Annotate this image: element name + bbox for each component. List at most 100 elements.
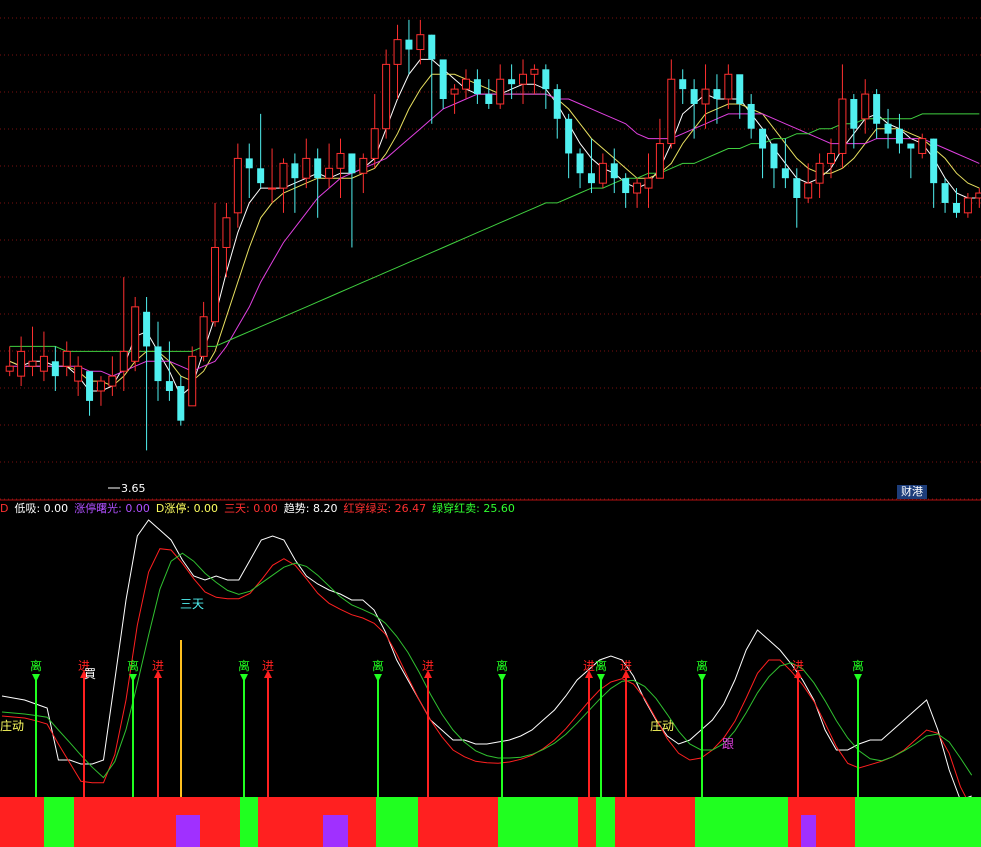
candle-body-down	[679, 79, 687, 90]
indicator-red-line	[1, 548, 973, 809]
candle-body-down	[165, 381, 173, 391]
candle-body-down	[154, 346, 162, 382]
indicator-white-line	[1, 519, 972, 801]
candle-body-up	[975, 192, 981, 199]
candle-body-up	[336, 152, 345, 169]
signal-bar-buy	[615, 797, 695, 847]
candle-body-down	[907, 143, 915, 149]
sell-signal-head	[597, 674, 605, 682]
sell-signal-label: 离	[595, 658, 607, 673]
candle-body-up	[496, 78, 505, 105]
candle-body-up	[382, 63, 391, 130]
candle-body-down	[565, 118, 573, 154]
candle-body-up	[701, 88, 710, 105]
candle-body-up	[17, 350, 26, 377]
candle-body-up	[519, 73, 528, 85]
candle-body-up	[530, 68, 539, 75]
sell-signal-head	[129, 674, 137, 682]
candlestick-series	[5, 19, 981, 451]
candle-body-down	[850, 99, 858, 129]
annotation-zhuangdong-left: 庄动	[0, 718, 24, 733]
candle-body-up	[963, 197, 972, 214]
candle-body-up	[62, 350, 71, 367]
sell-signal-label: 离	[30, 658, 42, 673]
signal-bar-purple	[801, 815, 816, 847]
candle-body-down	[622, 178, 630, 194]
candle-body-up	[827, 152, 836, 164]
candle-body-down	[553, 89, 561, 119]
candle-body-up	[108, 375, 117, 387]
moving-average-lines	[9, 58, 980, 397]
candle-body-down	[473, 79, 481, 95]
candle-body-down	[713, 89, 721, 100]
candle-body-down	[245, 158, 253, 169]
legend-item: 涨停曙光: 0.00	[74, 502, 150, 515]
candle-body-up	[370, 128, 379, 159]
candle-body-up	[644, 177, 653, 189]
legend-item: 低吸: 0.00	[14, 502, 69, 515]
candle-body-down	[941, 183, 949, 203]
candle-body-down	[930, 138, 938, 184]
candle-body-down	[884, 123, 892, 134]
candle-body-up	[211, 246, 220, 323]
indicator-lines	[1, 519, 973, 809]
buy-signal-label: 进	[422, 659, 434, 673]
candle-body-up	[724, 73, 733, 100]
legend-item: D涨停: 0.00	[155, 502, 219, 515]
sell-signal-head	[854, 674, 862, 682]
signal-bar-sell	[376, 797, 418, 847]
candle-body-down	[952, 202, 960, 213]
legend-item: D	[0, 502, 9, 515]
sell-signal-label: 离	[238, 658, 250, 673]
candle-body-up	[667, 78, 676, 145]
candle-body-down	[576, 153, 584, 174]
candle-body-up	[861, 93, 870, 120]
candle-body-down	[405, 39, 413, 50]
candle-body-up	[815, 162, 824, 184]
candle-body-up	[359, 157, 368, 174]
candle-body-down	[348, 153, 356, 174]
candle-body-down	[873, 94, 881, 124]
signal-bar-buy	[74, 797, 133, 847]
candle-body-down	[610, 163, 618, 179]
signal-bar-buy	[258, 797, 376, 847]
sell-signal-head	[498, 674, 506, 682]
buy-signal-label: 进	[620, 659, 632, 673]
candle-body-down	[257, 168, 265, 184]
candle-body-up	[188, 355, 197, 407]
sell-signal-head	[32, 674, 40, 682]
candle-body-down	[291, 163, 299, 179]
annotation-zhuangdong-mid: 庄动	[650, 718, 674, 733]
candle-body-up	[461, 78, 470, 90]
candle-body-up	[119, 350, 128, 372]
signal-bar-buy	[418, 797, 498, 847]
sell-signal-head	[374, 674, 382, 682]
candle-body-down	[736, 74, 744, 104]
candle-body-up	[222, 217, 231, 248]
candle-body-up	[416, 34, 425, 51]
sell-signal-label: 离	[372, 658, 384, 673]
signal-bar-buy	[578, 797, 596, 847]
signal-bar-purple	[323, 815, 348, 847]
price-marker-label: 3.65	[121, 482, 146, 495]
buy-signal-label: 进	[583, 659, 595, 673]
candle-body-up	[598, 162, 607, 184]
signal-bar-purple	[176, 815, 200, 847]
candle-body-down	[759, 128, 767, 149]
signal-bar-sell	[695, 797, 788, 847]
candle-body-down	[690, 89, 698, 104]
candle-body-up	[838, 98, 847, 154]
ma-line-white	[9, 58, 980, 397]
sell-signal-label: 离	[496, 658, 508, 673]
signal-bar-sell	[44, 797, 74, 847]
buy-signal-label: 进	[792, 659, 804, 673]
indicator-legend: D 低吸: 0.00 涨停曙光: 0.00 D涨停: 0.00 三天: 0.00 趋势: …	[0, 501, 521, 517]
stock-chart: 离离离离离离离离进进进进进进进 3.65 三天 庄动 庄动 跟 買	[0, 17, 981, 847]
candle-body-down	[485, 94, 493, 104]
signal-bar-sell	[240, 797, 258, 847]
candle-body-down	[747, 103, 755, 129]
sell-signal-label: 离	[696, 658, 708, 673]
candle-body-up	[450, 88, 459, 95]
signal-bar-sell	[498, 797, 578, 847]
ma-line-magenta	[9, 93, 980, 377]
